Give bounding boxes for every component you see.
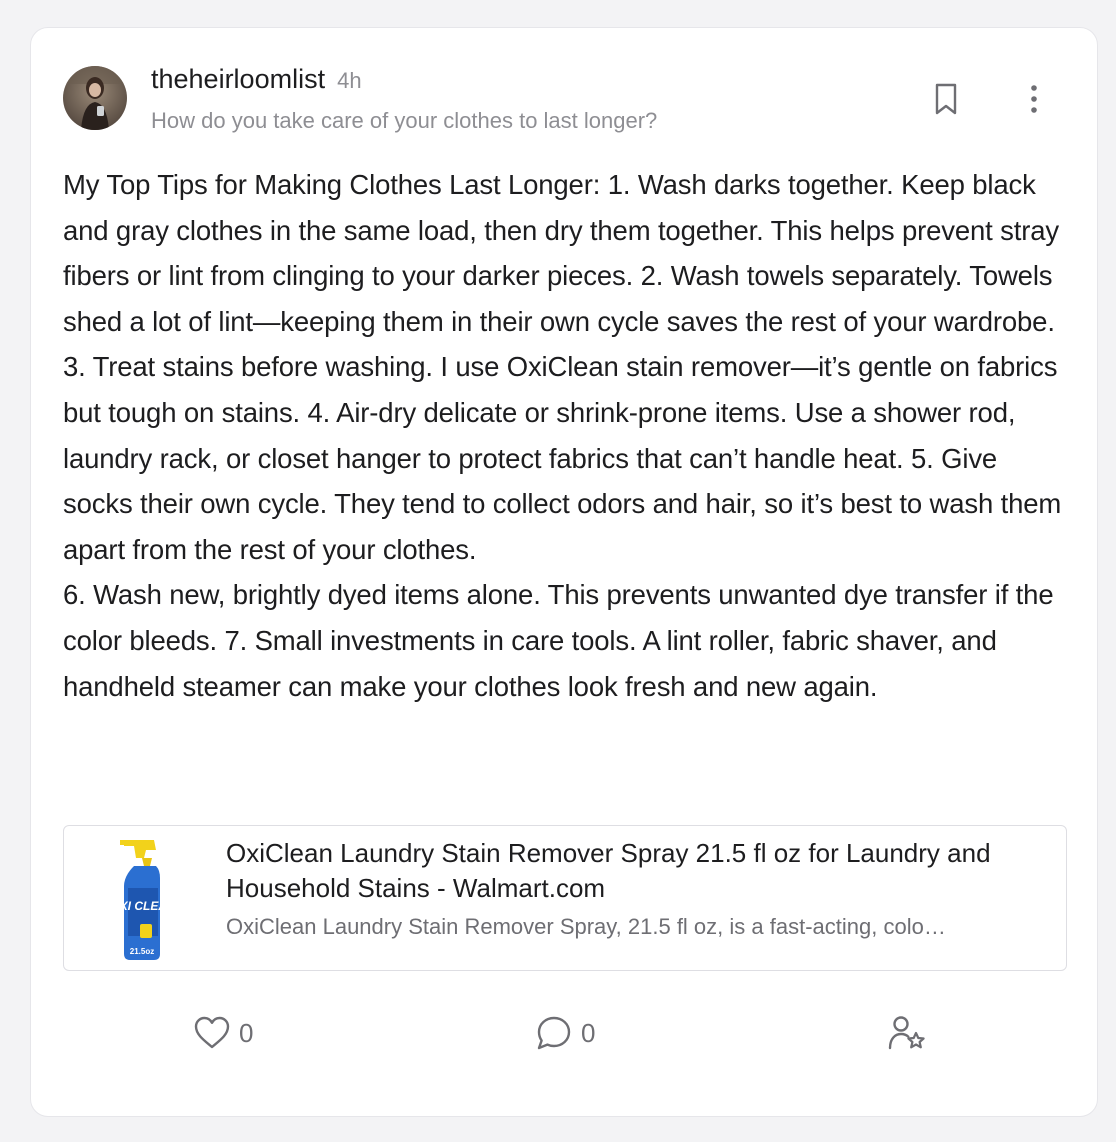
user-star-icon — [888, 1016, 925, 1050]
follow-button[interactable] — [887, 1013, 927, 1053]
comment-button[interactable]: 0 — [535, 1013, 595, 1053]
author-name[interactable]: theheirloomlist — [151, 64, 325, 94]
like-button[interactable]: 0 — [193, 1013, 253, 1053]
product-size-text: 21.5oz — [130, 947, 154, 956]
avatar[interactable] — [63, 66, 127, 130]
product-brand-text: OXI CLEAN — [116, 899, 176, 913]
author-line: theheirloomlist 4h — [151, 64, 362, 95]
question-context[interactable]: How do you take care of your clothes to … — [151, 108, 657, 134]
avatar-photo — [63, 66, 127, 130]
more-vertical-icon[interactable] — [1021, 82, 1047, 116]
post-time: 4h — [337, 68, 362, 93]
comment-count: 0 — [581, 1017, 596, 1048]
link-description: OxiClean Laundry Stain Remover Spray, 21… — [226, 914, 946, 939]
post-body: My Top Tips for Making Clothes Last Long… — [63, 169, 1062, 702]
link-title: OxiClean Laundry Stain Remover Spray 21.… — [226, 838, 991, 903]
like-count: 0 — [239, 1017, 254, 1048]
comment-icon — [537, 1016, 571, 1050]
bookmark-icon[interactable] — [931, 82, 961, 116]
product-image: OXI CLEAN 21.5oz — [110, 836, 176, 962]
post-card: theheirloomlist 4h How do you take care o… — [30, 27, 1098, 1117]
heart-icon — [194, 1016, 230, 1049]
link-preview-card[interactable]: OXI CLEAN 21.5oz OxiClean Laundry Stain … — [63, 825, 1067, 971]
